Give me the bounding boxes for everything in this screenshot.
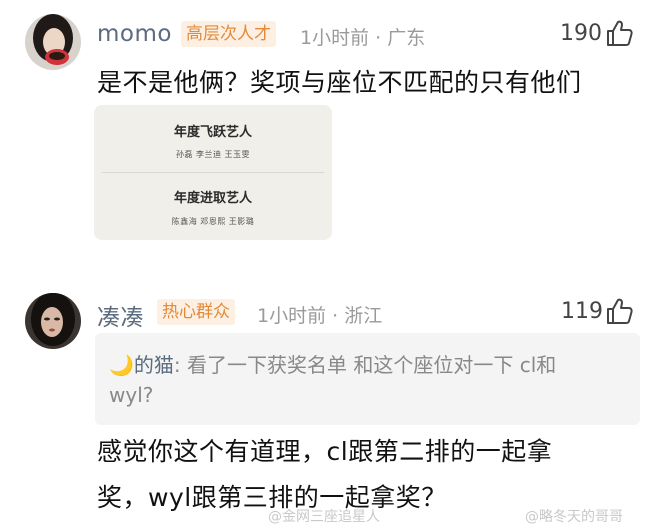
reply-text-line2: wyl? <box>109 383 154 407</box>
award-names: 陈鑫海 邓恩熙 王影璐 <box>171 217 255 226</box>
comment-text: 感觉你这个有道理，cl跟第二排的一起拿 <box>97 437 553 466</box>
reply-text: : 看了一下获奖名单 和这个座位对一下 cl和 <box>173 353 557 377</box>
like-count: 119 <box>561 299 603 324</box>
watermark: @略冬天的哥哥 <box>525 509 623 525</box>
user-badge: 热心群众 <box>157 299 235 325</box>
thumbs-up-icon[interactable] <box>605 296 635 330</box>
comment-meta: 1小时前 · 广东 <box>300 27 426 49</box>
award-names: 孙磊 李兰迪 王玉雯 <box>175 150 251 159</box>
user-badge: 高层次人才 <box>181 21 276 47</box>
award-list-image[interactable]: 年度飞跃艺人 孙磊 李兰迪 王玉雯 年度进取艺人 陈鑫海 邓恩熙 王影璐 <box>94 105 332 240</box>
award-title: 年度进取艺人 <box>173 191 252 206</box>
award-title: 年度飞跃艺人 <box>173 125 252 140</box>
crescent-moon-icon: 🌙 <box>109 353 134 377</box>
like-count: 190 <box>560 21 602 46</box>
username[interactable]: 凑凑 <box>97 298 144 332</box>
divider <box>102 172 324 173</box>
reply-author[interactable]: 的猫 <box>134 353 174 377</box>
thumbs-up-icon[interactable] <box>605 18 635 52</box>
comment-meta: 1小时前 · 浙江 <box>257 305 383 327</box>
avatar[interactable] <box>25 14 81 70</box>
quoted-reply[interactable]: 🌙的猫: 看了一下获奖名单 和这个座位对一下 cl和 wyl? <box>95 333 640 425</box>
avatar[interactable] <box>25 293 81 349</box>
username[interactable]: momo <box>97 21 172 47</box>
reply-line: 🌙的猫: 看了一下获奖名单 和这个座位对一下 cl和 <box>109 349 556 378</box>
comment-text: 是不是他俩？奖项与座位不匹配的只有他们 <box>97 68 582 97</box>
watermark: @金网三座追星人 <box>268 509 380 525</box>
